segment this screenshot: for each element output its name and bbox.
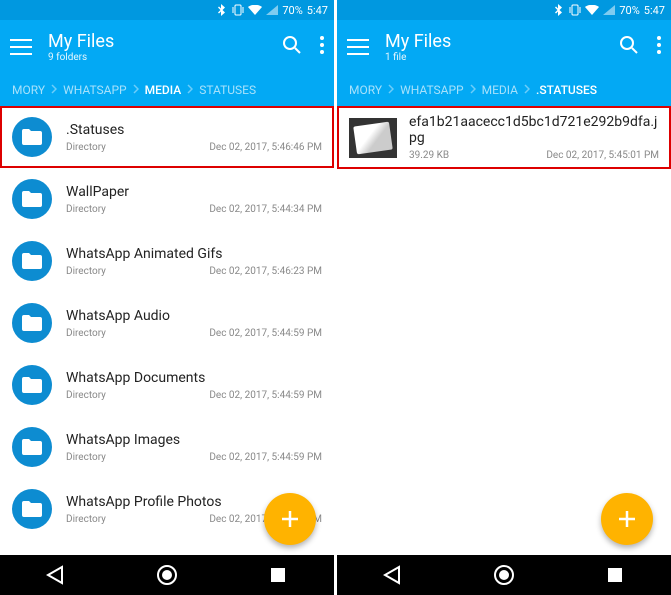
breadcrumb-item[interactable]: STATUSES	[193, 83, 262, 97]
app-title: My Files	[48, 31, 282, 52]
home-icon[interactable]	[155, 563, 179, 587]
item-date: Dec 02, 2017, 5:45:01 PM	[546, 150, 659, 161]
back-icon[interactable]	[44, 563, 68, 587]
breadcrumb-item[interactable]: .STATUSES	[530, 83, 603, 97]
item-date: Dec 02, 2017, 5:44:34 PM	[209, 204, 322, 215]
signal-icon	[603, 5, 615, 15]
breadcrumbs: MORY WHATSAPP MEDIA .STATUSES	[337, 74, 671, 106]
status-bar: 70% 5:47	[337, 0, 671, 20]
battery-percent: 70%	[282, 4, 302, 17]
breadcrumb-item[interactable]: WHATSAPP	[57, 83, 133, 97]
chevron-right-icon	[133, 83, 139, 97]
item-type: Directory	[66, 390, 106, 401]
item-type: Directory	[66, 514, 106, 525]
clock: 5:47	[307, 4, 328, 17]
breadcrumb-item[interactable]: MEDIA	[476, 83, 524, 97]
signal-icon	[266, 5, 278, 15]
item-date: Dec 02, 2017, 5:46:46 PM	[209, 142, 322, 153]
back-icon[interactable]	[381, 563, 405, 587]
overflow-icon[interactable]	[657, 36, 661, 58]
item-type: Directory	[66, 142, 106, 153]
chevron-right-icon	[51, 83, 57, 97]
wifi-icon	[248, 5, 262, 15]
vibrate-icon	[569, 4, 581, 16]
app-subtitle: 1 file	[385, 52, 619, 63]
vibrate-icon	[232, 4, 244, 16]
item-type: Directory	[66, 204, 106, 215]
bluetooth-icon	[555, 4, 565, 16]
file-thumbnail	[349, 118, 397, 158]
breadcrumb-item[interactable]: MORY	[343, 83, 388, 97]
fab-add[interactable]	[601, 493, 653, 545]
search-icon[interactable]	[282, 35, 302, 59]
list-item[interactable]: WhatsApp Images Directory Dec 02, 2017, 5:…	[0, 416, 334, 478]
chevron-right-icon	[524, 83, 530, 97]
breadcrumb-item[interactable]: MEDIA	[139, 83, 188, 97]
phone-right: 70% 5:47 My Files 1 file MORY WHATSAPP MED…	[337, 0, 671, 595]
chevron-right-icon	[388, 83, 394, 97]
file-list[interactable]: .Statuses Directory Dec 02, 2017, 5:46:46 …	[0, 106, 334, 555]
folder-icon	[12, 489, 52, 529]
item-type: Directory	[66, 328, 106, 339]
item-type: 39.29 KB	[409, 150, 449, 161]
item-title: WhatsApp Images	[66, 432, 322, 448]
breadcrumb-item[interactable]: WHATSAPP	[394, 83, 470, 97]
folder-icon	[12, 241, 52, 281]
search-icon[interactable]	[619, 35, 639, 59]
phone-left: 70% 5:47 My Files 9 folders MORY WHATSAPP…	[0, 0, 334, 595]
chevron-right-icon	[187, 83, 193, 97]
wifi-icon	[585, 5, 599, 15]
item-title: WallPaper	[66, 184, 322, 200]
list-item[interactable]: WhatsApp Documents Directory Dec 02, 2017,…	[0, 354, 334, 416]
item-title: efa1b21aacecc1d5bc1d721e292b9dfa.jpg	[409, 114, 659, 146]
item-date: Dec 02, 2017, 5:44:59 PM	[209, 328, 322, 339]
nav-bar	[0, 555, 334, 595]
menu-icon[interactable]	[10, 39, 32, 55]
folder-icon	[12, 303, 52, 343]
folder-icon	[12, 365, 52, 405]
item-title: WhatsApp Audio	[66, 308, 322, 324]
breadcrumbs: MORY WHATSAPP MEDIA STATUSES	[0, 74, 334, 106]
app-bar: My Files 9 folders	[0, 20, 334, 74]
recent-icon[interactable]	[266, 563, 290, 587]
folder-icon	[12, 427, 52, 467]
list-item[interactable]: WallPaper Directory Dec 02, 2017, 5:44:34 …	[0, 168, 334, 230]
list-item[interactable]: .Statuses Directory Dec 02, 2017, 5:46:46 …	[0, 106, 334, 168]
status-bar: 70% 5:47	[0, 0, 334, 20]
fab-add[interactable]	[264, 493, 316, 545]
item-date: Dec 02, 2017, 5:44:59 PM	[209, 390, 322, 401]
battery-percent: 70%	[619, 4, 639, 17]
item-type: Directory	[66, 452, 106, 463]
chevron-right-icon	[470, 83, 476, 97]
clock: 5:47	[644, 4, 665, 17]
app-title: My Files	[385, 31, 619, 52]
app-subtitle: 9 folders	[48, 52, 282, 63]
file-list[interactable]: efa1b21aacecc1d5bc1d721e292b9dfa.jpg 39.2…	[337, 106, 671, 555]
list-item[interactable]: WhatsApp Animated Gifs Directory Dec 02, 2…	[0, 230, 334, 292]
item-type: Directory	[66, 266, 106, 277]
overflow-icon[interactable]	[320, 36, 324, 58]
home-icon[interactable]	[492, 563, 516, 587]
app-bar: My Files 1 file	[337, 20, 671, 74]
folder-icon	[12, 179, 52, 219]
item-title: .Statuses	[66, 122, 322, 138]
folder-icon	[12, 117, 52, 157]
list-item[interactable]: efa1b21aacecc1d5bc1d721e292b9dfa.jpg 39.2…	[337, 106, 671, 169]
item-date: Dec 02, 2017, 5:44:59 PM	[209, 452, 322, 463]
bluetooth-icon	[218, 4, 228, 16]
item-title: WhatsApp Documents	[66, 370, 322, 386]
recent-icon[interactable]	[603, 563, 627, 587]
item-title: WhatsApp Animated Gifs	[66, 246, 322, 262]
menu-icon[interactable]	[347, 39, 369, 55]
list-item[interactable]: WhatsApp Audio Directory Dec 02, 2017, 5:4…	[0, 292, 334, 354]
item-date: Dec 02, 2017, 5:46:23 PM	[209, 266, 322, 277]
breadcrumb-item[interactable]: MORY	[6, 83, 51, 97]
nav-bar	[337, 555, 671, 595]
